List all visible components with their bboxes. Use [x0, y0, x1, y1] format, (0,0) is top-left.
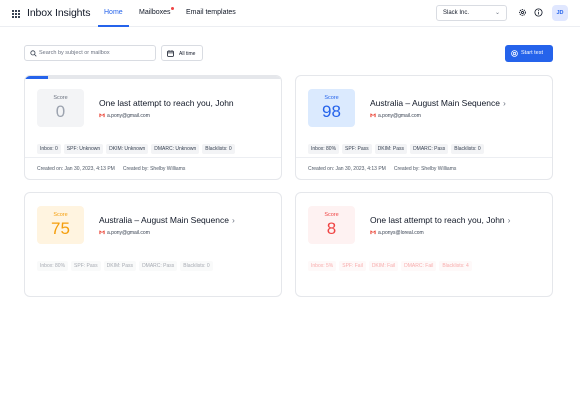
status-chip: DKIM: Unknown — [106, 144, 149, 154]
card-footer: Created on: Jan 30, 2023, 4:13 PM Created… — [37, 166, 185, 172]
test-progress-bar — [25, 76, 281, 79]
status-chips: Inbox: 80% SPF: Pass DKIM: Pass DMARC: Pass… — [37, 254, 216, 272]
status-chips: Inbox: 80% SPF: Pass DKIM: Pass DMARC: Pass… — [308, 137, 487, 155]
gmail-icon — [370, 113, 376, 118]
card-footer: Created on: Jan 30, 2023, 4:13 PM Created… — [308, 166, 456, 172]
app-title: Inbox Insights — [27, 7, 91, 19]
date-filter-button[interactable]: All time — [161, 45, 203, 61]
status-chips: Inbox: 0 SPF: Unknown DKIM: Unknown DMARC: … — [37, 137, 238, 155]
card-title[interactable]: One last attempt to reach you, John — [99, 98, 234, 108]
date-filter-label: All time — [179, 50, 196, 57]
chevron-right-icon: › — [231, 215, 235, 225]
status-chip: Inbox: 5% — [308, 261, 337, 271]
status-chip: Blacklists: 0 — [202, 144, 235, 154]
workspace-select[interactable]: Slack Inc. ⌄ — [436, 5, 507, 21]
status-chip: DMARC: Unknown — [151, 144, 200, 154]
card-title-text: One last attempt to reach you, John — [99, 98, 234, 108]
score-box: Score 0 — [37, 89, 84, 127]
status-chip: Inbox: 0 — [37, 144, 61, 154]
chevron-down-icon: ⌄ — [494, 10, 500, 16]
status-chip: DKIM: Pass — [103, 261, 137, 271]
score-value: 8 — [326, 219, 337, 238]
score-box: Score 8 — [308, 206, 355, 244]
search-box — [24, 45, 156, 61]
status-chip: Inbox: 80% — [37, 261, 69, 271]
status-chip: DKIM: Fail — [368, 261, 399, 271]
status-chip: SPF: Unknown — [63, 144, 104, 154]
created-by: Created by: Shelby Williams — [122, 166, 186, 172]
score-box: Score 98 — [308, 89, 355, 127]
created-on: Created on: Jan 30, 2023, 4:13 PM — [308, 166, 386, 172]
chevron-right-icon: › — [502, 98, 506, 108]
card-title-text: Australia – August Main Sequence — [370, 98, 500, 108]
start-test-button[interactable]: Start test — [505, 45, 553, 62]
gmail-icon — [99, 113, 105, 118]
workspace-select-value: Slack Inc. — [443, 10, 470, 16]
gmail-icon — [370, 230, 376, 235]
score-box: Score 75 — [37, 206, 84, 244]
user-avatar[interactable]: JD — [552, 5, 568, 21]
status-chip: DMARC: Pass — [410, 144, 449, 154]
status-chip: Inbox: 80% — [308, 144, 340, 154]
info-icon[interactable] — [534, 8, 543, 17]
chevron-right-icon: › — [507, 215, 511, 225]
gmail-icon — [99, 230, 105, 235]
score-label: Score — [53, 95, 68, 101]
nav-active-indicator — [98, 25, 129, 27]
email-test-card[interactable]: Score 75 Australia – August Main Sequence ›… — [24, 192, 282, 297]
sender-email: a.pony@gmail.com — [107, 230, 150, 236]
search-icon — [30, 50, 37, 57]
target-icon — [511, 50, 518, 57]
status-chip: DMARC: Fail — [401, 261, 437, 271]
grid-icon[interactable] — [12, 10, 20, 18]
status-chip: SPF: Pass — [71, 261, 101, 271]
score-value: 98 — [322, 102, 341, 121]
score-label: Score — [324, 212, 339, 218]
status-chip: SPF: Pass — [342, 144, 372, 154]
card-title[interactable]: Australia – August Main Sequence › — [370, 98, 506, 108]
sender-email: a.pony@gmail.com — [107, 113, 150, 119]
sender-mailbox: a.pony@gmail.com — [99, 113, 150, 119]
card-title-text: One last attempt to reach you, John — [370, 215, 505, 225]
status-chips: Inbox: 5% SPF: Fail DKIM: Fail DMARC: Fail B… — [308, 254, 475, 272]
status-chip: Blacklists: 0 — [180, 261, 213, 271]
sender-mailbox: a.pony@gmail.com — [370, 113, 421, 119]
nav-email-templates[interactable]: Email templates — [186, 9, 236, 16]
card-title[interactable]: Australia – August Main Sequence › — [99, 215, 235, 225]
sender-mailbox: a.ponys@loreal.com — [370, 230, 424, 236]
status-chip: DMARC: Pass — [139, 261, 178, 271]
test-progress-fill — [25, 76, 49, 79]
gear-icon[interactable] — [518, 8, 527, 17]
email-test-card[interactable]: Score 8 One last attempt to reach you, Joh… — [295, 192, 553, 297]
search-input[interactable] — [39, 47, 153, 59]
score-label: Score — [53, 212, 68, 218]
notification-dot — [171, 7, 174, 10]
email-test-card[interactable]: Score 0 One last attempt to reach you, Joh… — [24, 75, 282, 180]
created-on: Created on: Jan 30, 2023, 4:13 PM — [37, 166, 115, 172]
sender-mailbox: a.pony@gmail.com — [99, 230, 150, 236]
sender-email: a.ponys@loreal.com — [378, 230, 424, 236]
score-value: 0 — [55, 102, 66, 121]
card-title-text: Australia – August Main Sequence — [99, 215, 229, 225]
nav-mailboxes[interactable]: Mailboxes — [139, 9, 171, 16]
top-navigation-bar: Inbox Insights Home Mailboxes Email temp… — [0, 0, 580, 27]
card-title[interactable]: One last attempt to reach you, John › — [370, 215, 511, 225]
email-test-card[interactable]: Score 98 Australia – August Main Sequence ›… — [295, 75, 553, 180]
status-chip: DKIM: Pass — [374, 144, 408, 154]
card-divider — [25, 157, 281, 158]
nav-home[interactable]: Home — [104, 9, 123, 16]
status-chip: Blacklists: 4 — [439, 261, 472, 271]
start-test-label: Start test — [521, 50, 544, 56]
status-chip: Blacklists: 0 — [451, 144, 484, 154]
score-label: Score — [324, 95, 339, 101]
card-divider — [296, 157, 552, 158]
calendar-icon — [167, 50, 174, 57]
status-chip: SPF: Fail — [339, 261, 366, 271]
created-by: Created by: Shelby Williams — [393, 166, 457, 172]
score-value: 75 — [51, 219, 70, 238]
sender-email: a.pony@gmail.com — [378, 113, 421, 119]
